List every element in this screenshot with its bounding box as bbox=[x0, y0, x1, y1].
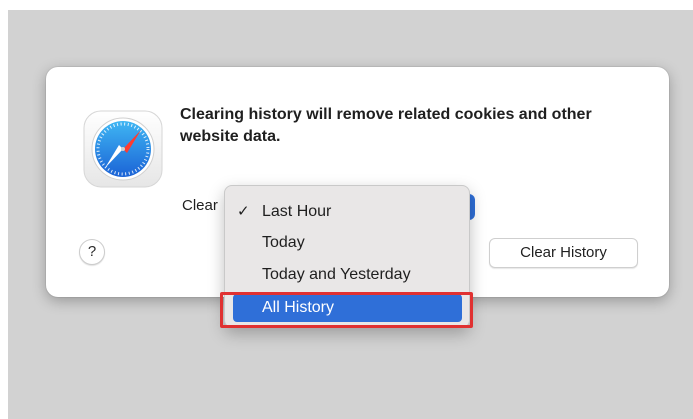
checkmark-icon: ✓ bbox=[237, 203, 250, 220]
menu-item-label: Last Hour bbox=[262, 203, 332, 220]
help-button[interactable]: ? bbox=[79, 239, 105, 265]
menu-item-last-hour[interactable]: ✓ Last Hour bbox=[233, 198, 462, 226]
menu-item-label: Today and Yesterday bbox=[262, 266, 411, 283]
menu-item-label: All History bbox=[262, 299, 335, 316]
menu-item-label: Today bbox=[262, 234, 305, 251]
dialog-message: Clearing history will remove related coo… bbox=[180, 106, 592, 145]
safari-compass-icon bbox=[83, 110, 163, 188]
clear-range-label: Clear bbox=[182, 197, 218, 214]
time-range-menu: ✓ Last Hour Today Today and Yesterday Al… bbox=[224, 185, 470, 328]
menu-item-today[interactable]: Today bbox=[233, 229, 462, 257]
menu-item-all-history[interactable]: All History bbox=[233, 294, 462, 322]
clear-history-button[interactable]: Clear History bbox=[489, 238, 638, 268]
menu-item-today-and-yesterday[interactable]: Today and Yesterday bbox=[233, 261, 462, 289]
